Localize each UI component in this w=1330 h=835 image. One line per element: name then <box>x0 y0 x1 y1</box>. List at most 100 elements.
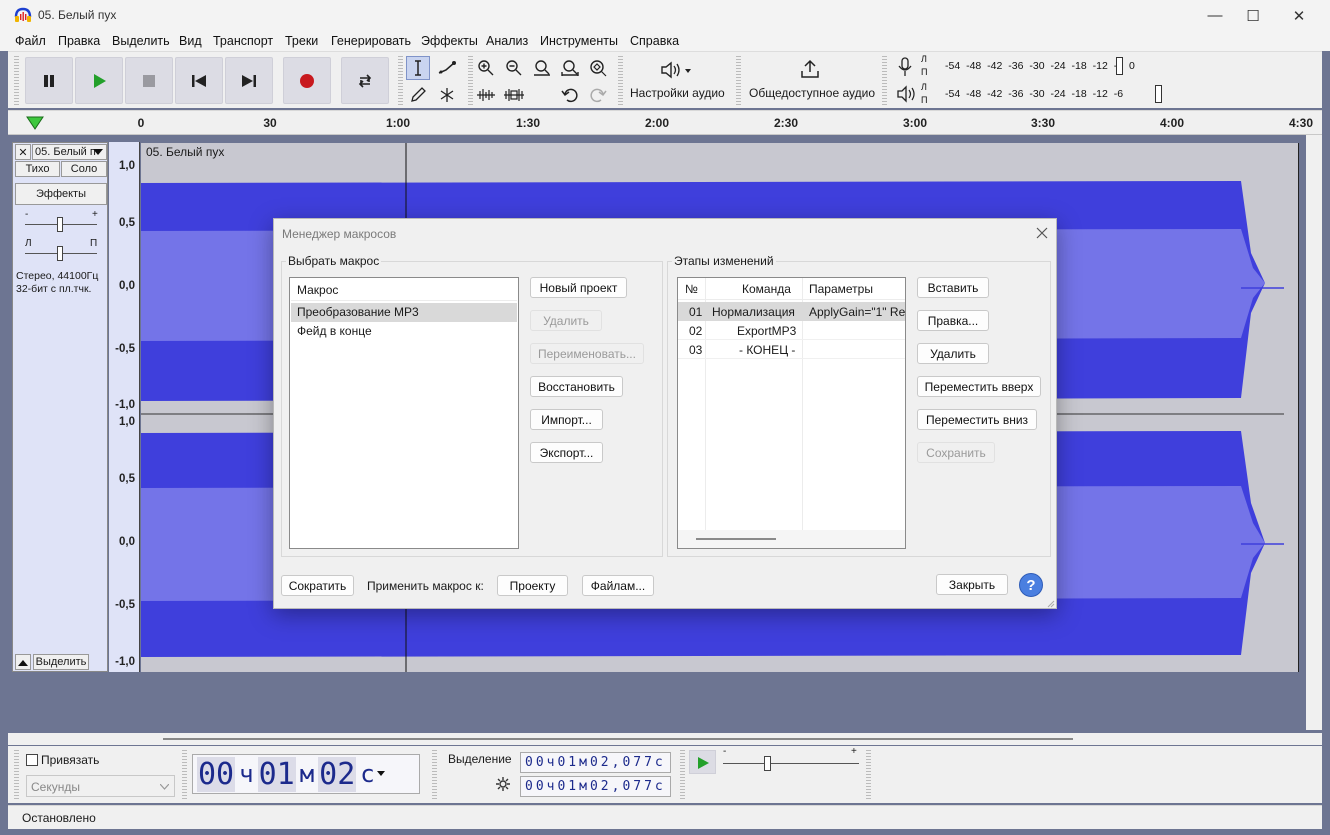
toolbar-grip[interactable] <box>14 56 19 106</box>
apply-to-files-button[interactable]: Файлам... <box>582 575 654 596</box>
loop-button[interactable] <box>341 57 389 104</box>
toolbar-grip[interactable] <box>866 750 871 800</box>
gain-slider-thumb[interactable] <box>57 217 63 232</box>
pan-slider-thumb[interactable] <box>57 246 63 261</box>
fit-project-button[interactable] <box>558 56 582 80</box>
trim-audio-button[interactable] <box>474 83 498 107</box>
header-command[interactable]: Команда <box>742 282 791 296</box>
snap-unit-select[interactable]: Секунды <box>26 775 175 797</box>
resize-grip-icon[interactable] <box>1046 599 1055 608</box>
menu-analyze[interactable]: Анализ <box>486 34 528 48</box>
toolbar-grip[interactable] <box>680 750 685 800</box>
play-button[interactable] <box>75 57 123 104</box>
track-name-menu[interactable]: 05. Белый п <box>32 144 107 160</box>
menu-file[interactable]: Файл <box>15 34 46 48</box>
macro-list[interactable]: Макрос Преобразование MP3 Фейд в конце <box>289 277 519 549</box>
insert-step-button[interactable]: Вставить <box>917 277 989 298</box>
toolbar-grip[interactable] <box>182 750 187 800</box>
skip-end-button[interactable] <box>225 57 273 104</box>
rename-macro-button[interactable]: Переименовать... <box>530 343 644 364</box>
gear-icon[interactable] <box>495 776 511 792</box>
selection-end-display[interactable]: 00ч01м02,077с <box>520 776 671 797</box>
menu-effects[interactable]: Эффекты <box>421 34 478 48</box>
zoom-in-button[interactable] <box>474 56 498 80</box>
timeline-ruler[interactable]: 0 30 1:00 1:30 2:00 2:30 3:00 3:30 4:00 … <box>8 110 1322 135</box>
zoom-toggle-button[interactable] <box>586 56 610 80</box>
help-button[interactable]: ? <box>1019 573 1043 597</box>
toolbar-grip[interactable] <box>14 750 19 800</box>
record-meter-slider[interactable] <box>1116 57 1123 75</box>
close-dialog-button[interactable]: Закрыть <box>936 574 1008 595</box>
fit-selection-button[interactable] <box>530 56 554 80</box>
steps-scroll-thumb[interactable] <box>696 538 776 540</box>
shrink-button[interactable]: Сократить <box>281 575 354 596</box>
playback-meter-slider[interactable] <box>1155 85 1162 103</box>
effects-button[interactable]: Эффекты <box>15 183 107 205</box>
macro-item[interactable]: Преобразование MP3 <box>291 303 517 322</box>
toolbar-grip[interactable] <box>398 56 403 106</box>
macro-item[interactable]: Фейд в конце <box>291 322 517 341</box>
import-macro-button[interactable]: Импорт... <box>530 409 603 430</box>
close-window-button[interactable]: ✕ <box>1276 0 1322 31</box>
menu-generate[interactable]: Генерировать <box>331 34 411 48</box>
macro-list-header[interactable]: Макрос <box>291 279 517 301</box>
header-params[interactable]: Параметры <box>809 282 873 296</box>
menu-help[interactable]: Справка <box>630 34 679 48</box>
mute-button[interactable]: Тихо <box>15 161 60 177</box>
horizontal-scrollbar[interactable] <box>8 733 1322 745</box>
toolbar-grip[interactable] <box>432 750 437 800</box>
steps-list[interactable]: № Команда Параметры 01 Нормализация Appl… <box>677 277 906 549</box>
multi-tool-button[interactable] <box>435 83 459 107</box>
skip-start-button[interactable] <box>175 57 223 104</box>
pause-button[interactable] <box>25 57 73 104</box>
apply-to-project-button[interactable]: Проекту <box>497 575 568 596</box>
edit-step-button[interactable]: Правка... <box>917 310 989 331</box>
envelope-tool-button[interactable] <box>435 56 459 80</box>
track-close-button[interactable]: ✕ <box>15 144 31 160</box>
select-track-button[interactable]: Выделить <box>33 654 89 670</box>
move-down-button[interactable]: Переместить вниз <box>917 409 1037 430</box>
toolbar-grip[interactable] <box>736 56 741 106</box>
redo-button[interactable] <box>586 83 610 107</box>
play-head-triangle-icon[interactable] <box>26 115 44 131</box>
speed-slider-thumb[interactable] <box>764 756 771 771</box>
audio-setup-button[interactable]: Настройки аудио <box>624 55 734 105</box>
menu-transport[interactable]: Транспорт <box>213 34 273 48</box>
record-meter[interactable]: -54 -48 -42 -36 -30 -24 -18 -12 -6 0 <box>933 54 1165 78</box>
playback-meter[interactable]: -54 -48 -42 -36 -30 -24 -18 -12 -6 <box>933 82 1165 106</box>
silence-audio-button[interactable] <box>502 83 526 107</box>
menu-view[interactable]: Вид <box>179 34 202 48</box>
snap-checkbox[interactable] <box>26 754 38 766</box>
step-row[interactable]: 02 ExportMP3 <box>678 321 905 340</box>
menu-tools[interactable]: Инструменты <box>540 34 618 48</box>
time-display[interactable]: 00 ч 01 м 02 с <box>192 754 420 794</box>
close-icon[interactable] <box>1036 227 1048 239</box>
undo-button[interactable] <box>558 83 582 107</box>
play-at-speed-button[interactable] <box>689 750 716 774</box>
stop-button[interactable] <box>125 57 173 104</box>
zoom-out-button[interactable] <box>502 56 526 80</box>
header-number[interactable]: № <box>685 282 698 296</box>
draw-tool-button[interactable] <box>406 83 430 107</box>
steps-hscrollbar[interactable] <box>678 530 905 548</box>
toolbar-grip[interactable] <box>618 56 623 106</box>
maximize-button[interactable]: ☐ <box>1230 0 1276 31</box>
save-steps-button[interactable]: Сохранить <box>917 442 995 463</box>
step-row[interactable]: 03 - КОНЕЦ - <box>678 340 905 359</box>
new-macro-button[interactable]: Новый проект <box>530 277 627 298</box>
menu-tracks[interactable]: Треки <box>285 34 318 48</box>
restore-macro-button[interactable]: Восстановить <box>530 376 623 397</box>
step-row[interactable]: 01 Нормализация ApplyGain="1" Re <box>678 302 905 321</box>
menu-edit[interactable]: Правка <box>58 34 100 48</box>
selection-start-display[interactable]: 00ч01м02,077с <box>520 752 671 773</box>
solo-button[interactable]: Соло <box>61 161 107 177</box>
move-up-button[interactable]: Переместить вверх <box>917 376 1041 397</box>
export-macro-button[interactable]: Экспорт... <box>530 442 603 463</box>
vertical-scrollbar[interactable] <box>1306 135 1322 730</box>
record-button[interactable] <box>283 57 331 104</box>
menu-select[interactable]: Выделить <box>112 34 170 48</box>
toolbar-grip[interactable] <box>468 56 473 106</box>
delete-macro-button[interactable]: Удалить <box>530 310 602 331</box>
delete-step-button[interactable]: Удалить <box>917 343 989 364</box>
share-audio-button[interactable]: Общедоступное аудио <box>744 55 878 105</box>
